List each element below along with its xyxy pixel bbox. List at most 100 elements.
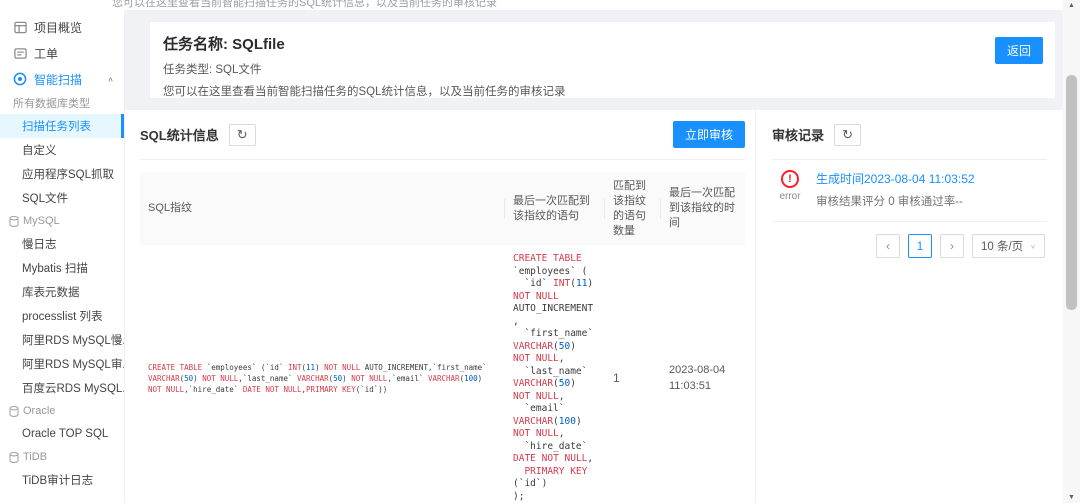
record-status-label: error bbox=[779, 191, 801, 202]
sidebar-item-baidu-rds-mysql[interactable]: 百度云RDS MySQL... bbox=[0, 376, 124, 400]
oracle-icon bbox=[8, 405, 19, 417]
audit-records-pagination: ‹ 1 › 10 条/页 ∨ bbox=[772, 234, 1047, 258]
audit-record-item: ! error 生成时间2023-08-04 11:03:52 审核结果评分 0… bbox=[772, 160, 1047, 222]
top-notice-bar: 您可以在这里查看当前智能扫描任务的SQL统计信息，以及当前任务的审核记录 bbox=[0, 0, 1080, 10]
pagination-page-1-button[interactable]: 1 bbox=[907, 234, 932, 258]
back-button[interactable]: 返回 bbox=[994, 37, 1043, 64]
sidebar-item-label: 阿里RDS MySQL慢... bbox=[22, 335, 125, 347]
chevron-right-icon: › bbox=[949, 239, 954, 253]
overview-icon bbox=[13, 20, 27, 34]
sidebar-item-label: 所有数据库类型 bbox=[13, 98, 90, 110]
sql-stats-section: SQL统计信息 ↻ 立即审核 SQL指纹 最后一次匹配到该指纹的语句 匹配到该指纹的… bbox=[125, 110, 755, 503]
column-header: 最后一次匹配到该指纹的语句 bbox=[505, 172, 605, 245]
page-title: 任务名称: SQLfile bbox=[163, 33, 1043, 54]
pagination-next-button[interactable]: › bbox=[939, 234, 964, 258]
sidebar-item-label: 慢日志 bbox=[22, 239, 57, 251]
top-notice-text-clipped: 您可以在这里查看当前智能扫描任务的SQL统计信息，以及当前任务的审核记录 bbox=[112, 0, 498, 9]
record-body: 生成时间2023-08-04 11:03:52 审核结果评分 0 审核通过率-- bbox=[816, 170, 975, 209]
sidebar-item-label: processlist 列表 bbox=[22, 311, 103, 323]
sql-fingerprint-code: CREATE TABLE `employees` (`id` INT(11) N… bbox=[148, 362, 487, 394]
sidebar-item-label: SQL文件 bbox=[22, 193, 69, 205]
refresh-icon: ↻ bbox=[842, 126, 853, 142]
table-row: CREATE TABLE `employees` (`id` INT(11) N… bbox=[140, 245, 745, 503]
sidebar-item-work-order[interactable]: 工单 bbox=[0, 40, 124, 66]
sidebar: 项目概览工单智能扫描 ∧ 所有数据库类型扫描任务列表 自定义应用程序SQL抓取 SQL文… bbox=[0, 10, 125, 503]
tidb-icon bbox=[8, 451, 19, 463]
audit-records-title: 审核记录 bbox=[772, 128, 825, 143]
sidebar-item-processlist[interactable]: processlist 列表 bbox=[0, 304, 124, 328]
sidebar-item-label: 扫描任务列表 bbox=[22, 121, 91, 133]
sidebar-item-label: 智能扫描 bbox=[34, 72, 83, 87]
sidebar-item-oracle-top-sql[interactable]: Oracle TOP SQL bbox=[0, 422, 124, 446]
audit-records-section: 审核记录 ↻ ! error 生成时间2023-08-04 11:03:52 审… bbox=[755, 110, 1063, 503]
screen: 您可以在这里查看当前智能扫描任务的SQL统计信息，以及当前任务的审核记录 项目概… bbox=[0, 0, 1080, 503]
audit-now-button[interactable]: 立即审核 bbox=[672, 121, 745, 148]
error-icon: ! bbox=[781, 170, 799, 188]
sidebar-item-table-metadata[interactable]: 库表元数据 bbox=[0, 280, 124, 304]
refresh-audit-records-button[interactable]: ↻ bbox=[834, 123, 862, 146]
sidebar-item-label: Oracle bbox=[23, 405, 56, 417]
sidebar-item-label: 百度云RDS MySQL... bbox=[22, 383, 125, 395]
sidebar-item-custom[interactable]: 自定义 bbox=[0, 138, 124, 162]
sidebar-item-label: 自定义 bbox=[22, 145, 57, 157]
scroll-up-icon[interactable]: ▲ bbox=[1063, 2, 1080, 9]
refresh-icon: ↻ bbox=[236, 126, 248, 142]
sidebar-item-tidb[interactable]: TiDB bbox=[0, 446, 124, 468]
sidebar-item-project-overview[interactable]: 项目概览 bbox=[0, 14, 124, 40]
sidebar-item-label: TiDB审计日志 bbox=[22, 475, 94, 487]
sidebar-item-label: Mybatis 扫描 bbox=[22, 263, 88, 275]
content-panel: SQL统计信息 ↻ 立即审核 SQL指纹 最后一次匹配到该指纹的语句 匹配到该指纹的… bbox=[125, 110, 1063, 503]
chevron-up-icon: ∧ bbox=[107, 74, 114, 83]
sidebar-item-tidb-audit-log[interactable]: TiDB审计日志 bbox=[0, 468, 124, 492]
pagination-prev-button[interactable]: ‹ bbox=[875, 234, 900, 258]
page-size-select[interactable]: 10 条/页 ∨ bbox=[971, 234, 1045, 258]
sidebar-item-label: 应用程序SQL抓取 bbox=[22, 169, 115, 181]
sql-statement-code: CREATE TABLE `employees` ( `id` INT(11) … bbox=[513, 253, 599, 502]
refresh-sql-stats-button[interactable]: ↻ bbox=[228, 123, 256, 146]
scroll-down-icon[interactable]: ▼ bbox=[1063, 494, 1080, 501]
sidebar-item-mysql[interactable]: MySQL bbox=[0, 210, 124, 232]
sql-stats-header: SQL统计信息 ↻ 立即审核 bbox=[140, 110, 745, 160]
vertical-scrollbar[interactable]: ▲ ▼ bbox=[1063, 0, 1080, 503]
sidebar-menu: 项目概览工单智能扫描 ∧ 所有数据库类型扫描任务列表 自定义应用程序SQL抓取 SQL文… bbox=[0, 14, 124, 492]
sql-stats-table: SQL指纹 最后一次匹配到该指纹的语句 匹配到该指纹的语句数量 最后一次匹配到该指纹的… bbox=[140, 172, 745, 503]
record-status: ! error bbox=[772, 170, 808, 209]
chevron-left-icon: ‹ bbox=[885, 239, 890, 253]
sidebar-item-aliyun-rds-mysql-slow[interactable]: 阿里RDS MySQL慢... bbox=[0, 328, 124, 352]
sidebar-item-label: 阿里RDS MySQL审... bbox=[22, 359, 125, 371]
table-header-row: SQL指纹 最后一次匹配到该指纹的语句 匹配到该指纹的语句数量 最后一次匹配到该指纹的… bbox=[140, 172, 745, 246]
column-header: 匹配到该指纹的语句数量 bbox=[605, 172, 661, 245]
sidebar-item-label: 库表元数据 bbox=[22, 287, 80, 299]
audit-records-header: 审核记录 ↻ bbox=[772, 110, 1047, 160]
page-size-value: 10 条/页 bbox=[980, 241, 1024, 253]
sidebar-item-label: MySQL bbox=[23, 215, 60, 227]
sidebar-item-scan-task-list[interactable]: 扫描任务列表 bbox=[0, 114, 124, 138]
sidebar-item-smart-scan[interactable]: 智能扫描 ∧ bbox=[0, 66, 124, 92]
task-description: 您可以在这里查看当前智能扫描任务的SQL统计信息，以及当前任务的审核记录 bbox=[163, 86, 566, 98]
task-header-card: 任务名称: SQLfile 任务类型: SQL文件 您可以在这里查看当前智能扫描… bbox=[150, 22, 1055, 98]
column-header: SQL指纹 bbox=[140, 172, 505, 245]
sidebar-item-aliyun-rds-mysql-audit[interactable]: 阿里RDS MySQL审... bbox=[0, 352, 124, 376]
sidebar-item-slow-log[interactable]: 慢日志 bbox=[0, 232, 124, 256]
match-count-cell: 1 bbox=[613, 371, 620, 386]
sidebar-item-all-db-types: 所有数据库类型 bbox=[0, 92, 124, 114]
sidebar-item-app-sql-capture[interactable]: 应用程序SQL抓取 bbox=[0, 162, 124, 186]
task-name-value: SQLfile bbox=[232, 36, 285, 53]
sidebar-item-label: Oracle TOP SQL bbox=[22, 428, 109, 440]
sidebar-item-label: TiDB bbox=[23, 451, 48, 463]
sidebar-item-label: 项目概览 bbox=[34, 20, 83, 35]
mysql-icon bbox=[8, 215, 19, 227]
match-time-cell: 2023-08-04 11:03:51 bbox=[669, 363, 726, 393]
sidebar-item-label: 工单 bbox=[34, 46, 59, 61]
sql-stats-title: SQL统计信息 bbox=[140, 128, 219, 143]
sql-fingerprint-cell: CREATE TABLE `employees` (`id` INT(11) N… bbox=[140, 245, 505, 503]
scrollbar-thumb[interactable] bbox=[1066, 75, 1077, 310]
column-header: 最后一次匹配到该指纹的时间 bbox=[669, 187, 735, 230]
task-name-label: 任务名称: bbox=[163, 36, 228, 53]
record-generated-time-link[interactable]: 生成时间2023-08-04 11:03:52 bbox=[816, 170, 975, 187]
sql-statement-cell: CREATE TABLE `employees` ( `id` INT(11) … bbox=[505, 245, 605, 503]
sidebar-item-mybatis-scan[interactable]: Mybatis 扫描 bbox=[0, 256, 124, 280]
sidebar-item-oracle[interactable]: Oracle bbox=[0, 400, 124, 422]
sidebar-item-sql-file[interactable]: SQL文件 bbox=[0, 186, 124, 210]
scan-icon bbox=[13, 72, 27, 86]
